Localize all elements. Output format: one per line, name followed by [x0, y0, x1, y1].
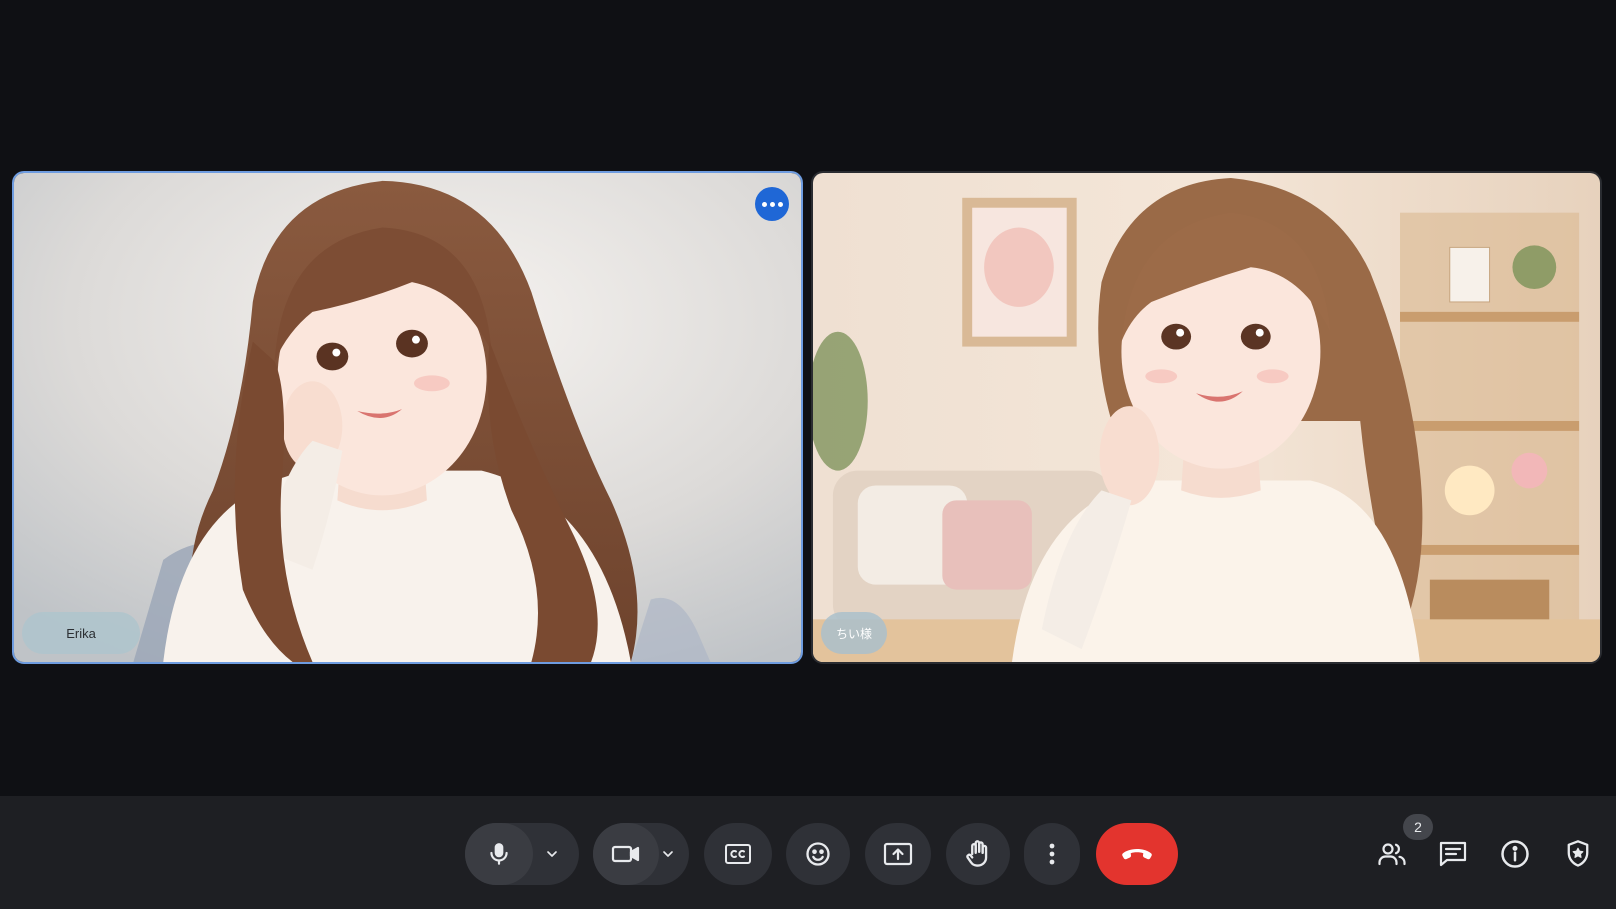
people-icon	[1378, 843, 1406, 866]
participant-tile-erika[interactable]: Erika	[12, 171, 803, 664]
participant-video-erika	[14, 173, 801, 662]
raise-hand-icon	[966, 840, 988, 867]
microphone-control	[465, 823, 579, 885]
end-call-button[interactable]	[1096, 823, 1178, 885]
chat-icon	[1439, 841, 1467, 867]
present-screen-button[interactable]	[865, 823, 931, 885]
participant-name-label: ちい様	[821, 612, 887, 654]
meeting-info-button[interactable]	[1490, 829, 1540, 879]
more-vert-icon	[1049, 843, 1055, 865]
chevron-down-icon	[547, 851, 557, 857]
captions-button[interactable]	[704, 823, 772, 885]
host-controls-button[interactable]	[1553, 829, 1603, 879]
host-controls-icon	[1567, 840, 1589, 867]
video-stage: Erika ちい様	[0, 0, 1616, 796]
closed-captions-icon	[725, 844, 751, 864]
microphone-button[interactable]	[465, 823, 533, 885]
emoji-icon	[806, 842, 830, 866]
tile-more-options-button[interactable]	[755, 187, 789, 221]
camera-icon	[611, 845, 640, 863]
camera-control	[593, 823, 689, 885]
chevron-down-icon	[663, 851, 673, 857]
microphone-options-button[interactable]	[535, 823, 569, 885]
reactions-button[interactable]	[786, 823, 850, 885]
info-icon	[1501, 840, 1529, 868]
camera-options-button[interactable]	[651, 823, 685, 885]
camera-button[interactable]	[593, 823, 659, 885]
present-screen-icon	[883, 842, 913, 866]
microphone-icon	[490, 843, 508, 865]
call-controls-bar: 2	[0, 796, 1616, 909]
more-options-button[interactable]	[1024, 823, 1080, 885]
participant-video-chii	[813, 173, 1600, 662]
chat-button[interactable]	[1428, 829, 1478, 879]
more-dot-icon	[769, 201, 775, 207]
people-button[interactable]	[1367, 829, 1417, 879]
more-dot-icon	[761, 201, 767, 207]
end-call-icon	[1122, 849, 1152, 860]
participant-name-label: Erika	[22, 612, 140, 654]
participant-tile-chii[interactable]: ちい様	[811, 171, 1602, 664]
raise-hand-button[interactable]	[946, 823, 1010, 885]
more-dot-icon	[777, 201, 783, 207]
